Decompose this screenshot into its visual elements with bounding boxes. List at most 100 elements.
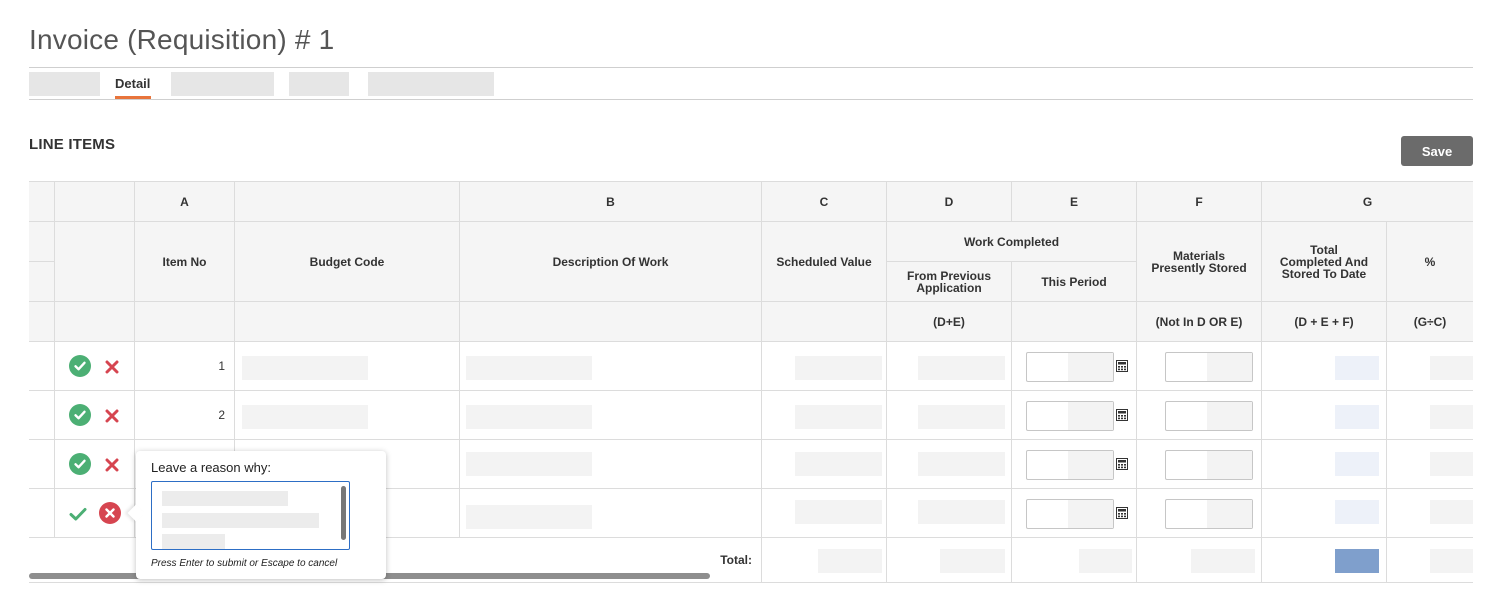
reject-x-icon[interactable]: [105, 409, 119, 423]
approve-check-circle-icon[interactable]: [69, 404, 91, 426]
col-letter-e: E: [1012, 182, 1137, 222]
header-cell-blank: [235, 182, 460, 222]
percent-value: [1430, 500, 1473, 524]
col-letter-a: A: [135, 182, 235, 222]
page-title: Invoice (Requisition) # 1: [29, 24, 335, 55]
total-completed-value: [1335, 356, 1379, 380]
header-cell-blank: [29, 262, 55, 302]
row-cell: [29, 342, 55, 391]
row-cell: [29, 440, 55, 489]
materials-input[interactable]: [1165, 401, 1253, 431]
formula-f: (Not In D OR E): [1137, 302, 1262, 342]
scheduled-value: [795, 356, 882, 380]
header-budget-code: Budget Code: [235, 222, 460, 302]
total-materials-value: [1191, 549, 1255, 573]
total-previous-value: [940, 549, 1005, 573]
total-completed-value: [1335, 549, 1379, 573]
total-completed-value: [1335, 500, 1379, 524]
reason-hint: Press Enter to submit or Escape to cance…: [151, 558, 338, 569]
row-actions: [55, 440, 135, 489]
tab-detail[interactable]: Detail: [115, 76, 150, 91]
description-value: [466, 356, 592, 380]
header-cell-blank: [55, 182, 135, 222]
header-item-no: Item No: [135, 222, 235, 302]
description-value: [466, 405, 592, 429]
header-cell-blank: [460, 302, 762, 342]
from-previous-value: [918, 500, 1005, 524]
textarea-scrollbar[interactable]: [341, 486, 346, 540]
reject-reason-popover: Leave a reason why: Press Enter to submi…: [127, 451, 386, 579]
title-divider: [29, 67, 1473, 68]
from-previous-value: [918, 452, 1005, 476]
percent-value: [1430, 405, 1473, 429]
tab-placeholder-1[interactable]: [29, 72, 100, 96]
budget-code-value: [242, 405, 368, 429]
formula-d: (D+E): [887, 302, 1012, 342]
header-description: Description Of Work: [460, 222, 762, 302]
row-actions: [55, 342, 135, 391]
reject-x-icon[interactable]: [105, 360, 119, 374]
total-completed-value: [1335, 405, 1379, 429]
calculator-icon[interactable]: [1116, 507, 1128, 519]
tab-divider: [29, 99, 1473, 100]
col-letter-c: C: [762, 182, 887, 222]
header-cell-blank: [55, 222, 135, 302]
header-cell-blank: [55, 302, 135, 342]
this-period-input[interactable]: [1026, 401, 1114, 431]
approve-check-circle-icon[interactable]: [69, 453, 91, 475]
description-value: [466, 452, 592, 476]
row-actions: [55, 489, 135, 538]
header-cell-blank: [1012, 302, 1137, 342]
materials-input[interactable]: [1165, 499, 1253, 529]
col-letter-g: G: [1262, 182, 1473, 222]
reason-text-line: [162, 534, 225, 549]
row-cell: [29, 391, 55, 440]
materials-input[interactable]: [1165, 352, 1253, 382]
budget-code-value: [242, 356, 368, 380]
item-no-cell: 1: [135, 342, 235, 391]
header-cell-blank: [235, 302, 460, 342]
reason-text-line: [162, 491, 288, 506]
scheduled-value: [795, 500, 882, 524]
this-period-input[interactable]: [1026, 352, 1114, 382]
section-title: LINE ITEMS: [29, 136, 116, 153]
scheduled-value: [795, 405, 882, 429]
header-percent: %: [1387, 222, 1473, 302]
row-actions: [55, 391, 135, 440]
tab-placeholder-3[interactable]: [289, 72, 349, 96]
approve-check-circle-icon[interactable]: [69, 355, 91, 377]
header-work-completed: Work Completed: [887, 222, 1137, 262]
header-from-previous: From Previous Application: [887, 262, 1012, 302]
header-cell-blank: [29, 222, 55, 262]
percent-value: [1430, 356, 1473, 380]
description-value: [466, 505, 592, 529]
formula-g: (D + E + F): [1262, 302, 1387, 342]
approve-check-icon[interactable]: [69, 507, 87, 521]
calculator-icon[interactable]: [1116, 458, 1128, 470]
formula-percent: (G÷C): [1387, 302, 1473, 342]
header-this-period: This Period: [1012, 262, 1137, 302]
from-previous-value: [918, 405, 1005, 429]
this-period-input[interactable]: [1026, 499, 1114, 529]
reject-x-icon[interactable]: [105, 458, 119, 472]
header-cell-blank: [29, 182, 55, 222]
materials-input[interactable]: [1165, 450, 1253, 480]
header-cell-blank: [135, 302, 235, 342]
reason-text-line: [162, 513, 319, 528]
header-cell-blank: [762, 302, 887, 342]
header-cell-blank: [29, 302, 55, 342]
save-button[interactable]: Save: [1401, 136, 1473, 166]
reason-textarea[interactable]: [151, 481, 350, 550]
calculator-icon[interactable]: [1116, 360, 1128, 372]
tab-placeholder-4[interactable]: [368, 72, 494, 96]
from-previous-value: [918, 356, 1005, 380]
calculator-icon[interactable]: [1116, 409, 1128, 421]
percent-value: [1430, 452, 1473, 476]
total-this-period-value: [1079, 549, 1132, 573]
total-percent-value: [1430, 549, 1473, 573]
this-period-input[interactable]: [1026, 450, 1114, 480]
tab-placeholder-2[interactable]: [171, 72, 274, 96]
total-scheduled-value: [818, 549, 882, 573]
item-no-cell: 2: [135, 391, 235, 440]
reject-x-circle-icon[interactable]: [99, 502, 121, 524]
